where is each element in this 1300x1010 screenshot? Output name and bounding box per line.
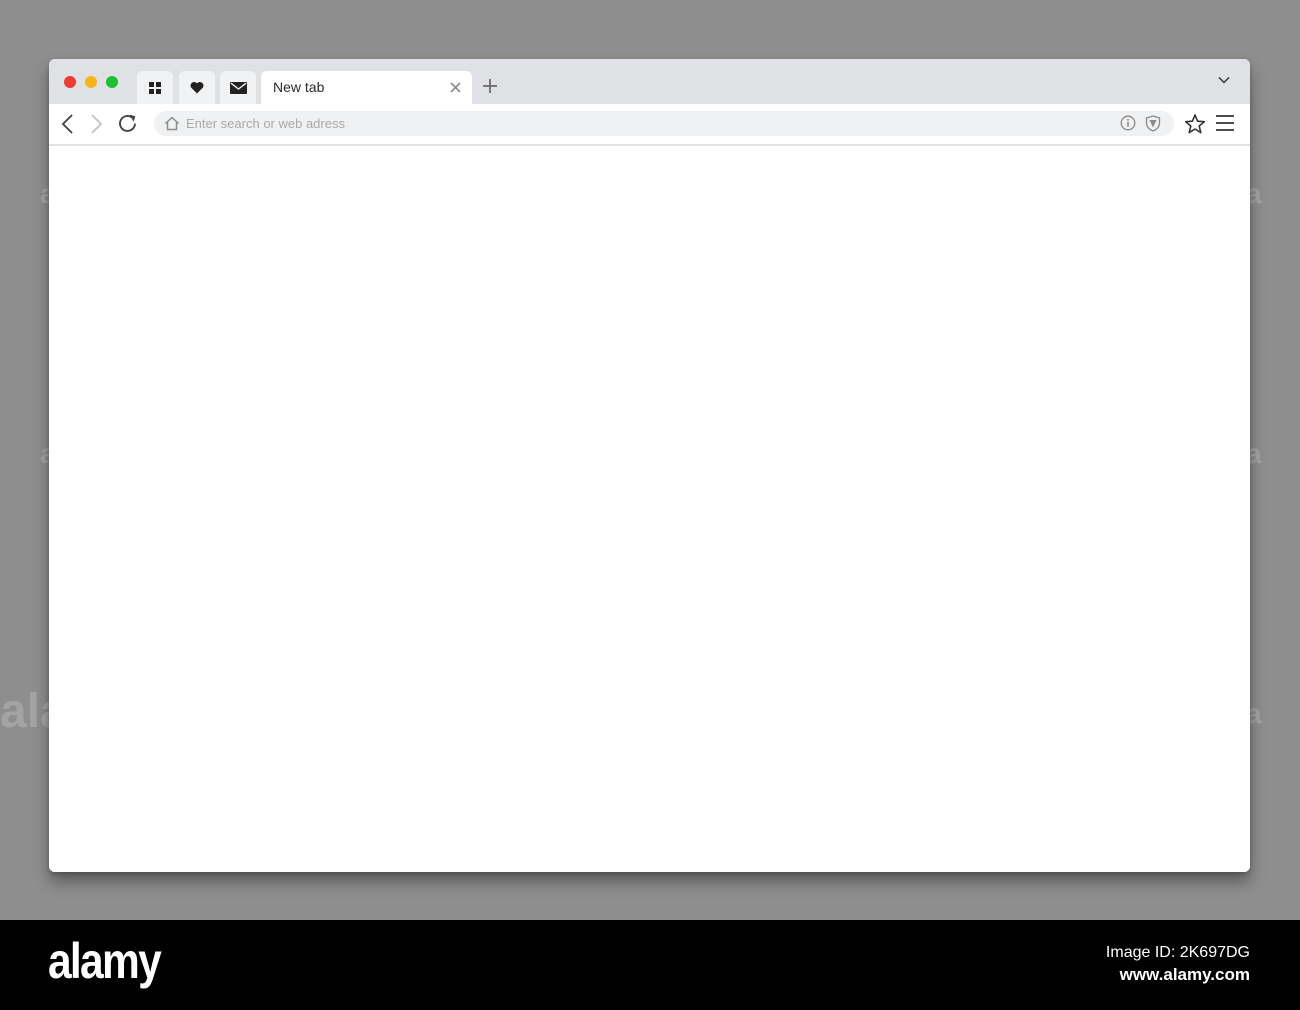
reload-icon[interactable]: [117, 113, 139, 135]
heart-icon: [190, 81, 204, 94]
shield-icon[interactable]: [1145, 115, 1161, 132]
tab-title: New tab: [273, 79, 325, 95]
home-icon[interactable]: [164, 116, 180, 131]
minimize-window-button[interactable]: [85, 76, 97, 88]
chevron-down-icon[interactable]: [1217, 75, 1231, 85]
address-bar[interactable]: [154, 111, 1174, 136]
site-url-text: www.alamy.com: [1119, 965, 1250, 984]
envelope-icon: [229, 81, 247, 94]
star-icon[interactable]: [1184, 113, 1206, 135]
back-arrow-icon[interactable]: [57, 113, 79, 135]
plus-icon[interactable]: [482, 78, 498, 94]
page-content: [49, 146, 1250, 872]
hamburger-menu-icon[interactable]: [1215, 114, 1235, 132]
site-logo: alamy: [48, 933, 162, 989]
navigation-toolbar: [49, 104, 1250, 146]
pinned-tab-mail[interactable]: [220, 71, 256, 104]
close-icon[interactable]: [449, 81, 462, 94]
watermark-banner: alamy Image ID: 2K697DG www.alamy.com: [0, 920, 1300, 1010]
maximize-window-button[interactable]: [106, 76, 118, 88]
browser-window: New tab: [49, 59, 1250, 872]
close-window-button[interactable]: [64, 76, 76, 88]
pinned-tab-favorites[interactable]: [179, 71, 215, 104]
pinned-tab-grid[interactable]: [137, 71, 173, 104]
forward-arrow-icon[interactable]: [85, 113, 107, 135]
grid-icon: [149, 81, 161, 94]
info-icon[interactable]: [1120, 115, 1136, 131]
active-tab[interactable]: New tab: [261, 71, 472, 104]
address-input[interactable]: [186, 114, 1086, 133]
image-id-text: Image ID: 2K697DG: [1105, 944, 1250, 961]
tab-bar: New tab: [49, 59, 1250, 104]
